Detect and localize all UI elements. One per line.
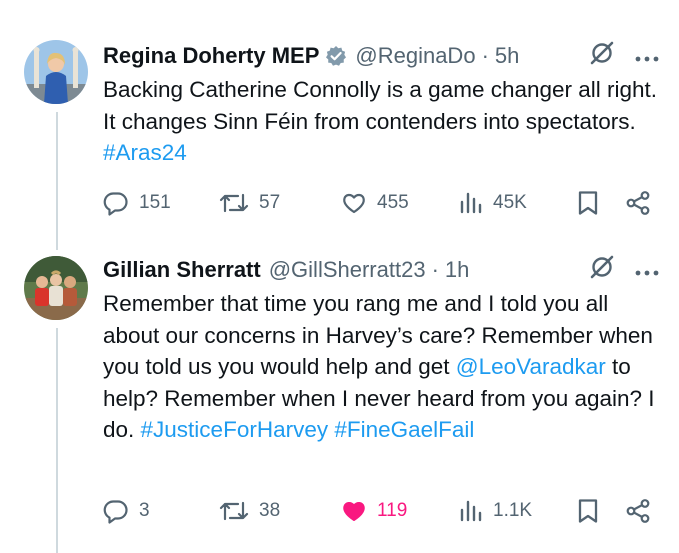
repost-button[interactable]: 38 [219, 496, 280, 526]
avatar[interactable] [24, 256, 88, 320]
repost-count: 38 [259, 500, 281, 521]
share-button[interactable] [625, 188, 651, 218]
share-button[interactable] [625, 496, 651, 526]
views-button[interactable]: 45K [459, 188, 527, 218]
views-icon [459, 190, 483, 216]
grok-icon[interactable] [589, 40, 615, 72]
hashtag-link[interactable]: #JusticeForHarvey [141, 417, 329, 442]
reply-count: 151 [139, 192, 171, 213]
reply-icon [103, 190, 129, 216]
tweet-actions: 151 57 455 45K [103, 188, 659, 218]
like-count: 119 [377, 500, 408, 521]
tweet[interactable]: Gillian Sherratt @GillSherratt23 · 1h Re… [0, 240, 679, 553]
bookmark-icon [577, 498, 599, 524]
header-actions [589, 254, 659, 286]
repost-icon [219, 498, 249, 524]
author-handle[interactable]: @ReginaDo [355, 43, 475, 69]
reply-icon [103, 498, 129, 524]
tweet-text: Backing Catherine Connolly is a game cha… [103, 74, 663, 169]
tweet-time[interactable]: 1h [445, 257, 469, 283]
views-count: 45K [493, 192, 527, 213]
more-icon[interactable] [635, 257, 659, 283]
tweet-header: Regina Doherty MEP @ReginaDo · 5h [103, 40, 659, 72]
mention-link[interactable]: @LeoVaradkar [456, 354, 606, 379]
like-icon [341, 190, 367, 216]
author-handle[interactable]: @GillSherratt23 [269, 257, 426, 283]
hashtag-link[interactable]: #Aras24 [103, 140, 187, 165]
tweet-time[interactable]: 5h [495, 43, 519, 69]
author-name[interactable]: Regina Doherty MEP [103, 43, 319, 69]
separator-dot: · [481, 43, 489, 68]
repost-button[interactable]: 57 [219, 188, 280, 218]
separator-dot: · [431, 257, 439, 282]
views-button[interactable]: 1.1K [459, 496, 532, 526]
reply-button[interactable]: 151 [103, 188, 171, 218]
like-icon [341, 498, 367, 524]
hashtag-link[interactable]: #FineGaelFail [334, 417, 474, 442]
views-icon [459, 498, 483, 524]
share-icon [625, 190, 651, 216]
more-icon[interactable] [635, 43, 659, 69]
reply-button[interactable]: 3 [103, 496, 150, 526]
grok-icon[interactable] [589, 254, 615, 286]
tweet-header: Gillian Sherratt @GillSherratt23 · 1h [103, 254, 659, 286]
reply-count: 3 [139, 500, 150, 521]
tweet-text: Remember that time you rang me and I tol… [103, 288, 663, 446]
tweet-actions: 3 38 119 1.1K [103, 496, 659, 526]
views-count: 1.1K [493, 500, 533, 521]
bookmark-button[interactable] [577, 496, 599, 526]
share-icon [625, 498, 651, 524]
repost-icon [219, 190, 249, 216]
bookmark-icon [577, 190, 599, 216]
like-button[interactable]: 455 [341, 188, 409, 218]
tweet[interactable]: Regina Doherty MEP @ReginaDo · 5h Backin… [0, 0, 679, 240]
verified-badge-icon [325, 45, 347, 67]
avatar[interactable] [24, 40, 88, 104]
repost-count: 57 [259, 192, 281, 213]
tweet-text-segment: Backing Catherine Connolly is a game cha… [103, 77, 658, 134]
bookmark-button[interactable] [577, 188, 599, 218]
author-name[interactable]: Gillian Sherratt [103, 257, 261, 283]
header-actions [589, 40, 659, 72]
like-button[interactable]: 119 [341, 496, 407, 526]
like-count: 455 [377, 192, 409, 213]
